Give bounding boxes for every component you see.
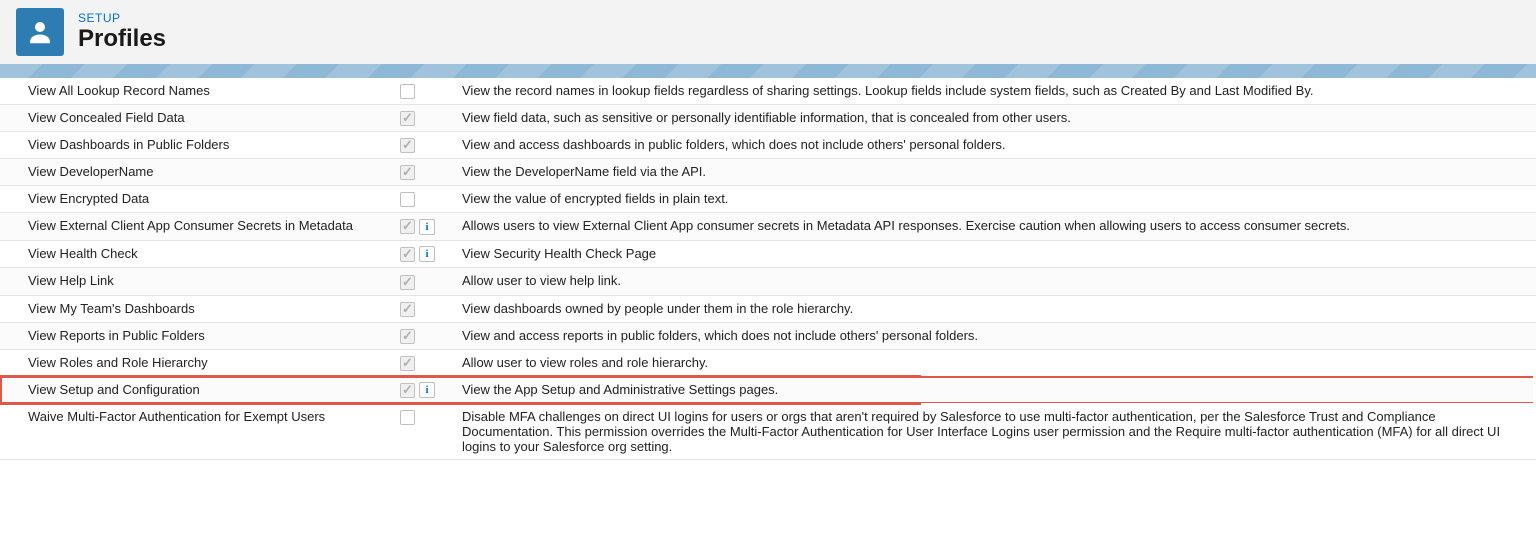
permission-checkbox-cell: [400, 186, 462, 213]
permission-checkbox[interactable]: [400, 247, 415, 262]
permission-checkbox-cell: i: [400, 240, 462, 268]
permission-name: View Roles and Role Hierarchy: [0, 349, 400, 376]
permissions-table: View All Lookup Record Names View the rec…: [0, 78, 1536, 460]
table-row: View Help Link Allow user to view help li…: [0, 268, 1536, 295]
permission-name: View Help Link: [0, 268, 400, 295]
permission-checkbox-cell: i: [400, 213, 462, 241]
permission-checkbox[interactable]: [400, 219, 415, 234]
table-row: View Health Check i View Security Health C…: [0, 240, 1536, 268]
info-icon[interactable]: i: [419, 219, 435, 235]
permission-checkbox-cell: [400, 349, 462, 376]
page-header: SETUP Profiles: [0, 0, 1536, 64]
permission-checkbox-cell: [400, 132, 462, 159]
permission-checkbox[interactable]: [400, 410, 415, 425]
permission-name: View My Team's Dashboards: [0, 295, 400, 322]
table-row: View Encrypted Data View the value of enc…: [0, 186, 1536, 213]
permission-name: View DeveloperName: [0, 159, 400, 186]
permission-checkbox-cell: [400, 78, 462, 105]
permission-name: View Reports in Public Folders: [0, 322, 400, 349]
permission-checkbox[interactable]: [400, 356, 415, 371]
permission-checkbox-cell: [400, 295, 462, 322]
permission-checkbox[interactable]: [400, 275, 415, 290]
permission-description: Allow user to view roles and role hierar…: [462, 349, 1536, 376]
header-text: SETUP Profiles: [78, 11, 166, 53]
profiles-icon: [16, 8, 64, 56]
permission-description: Allow user to view help link.: [462, 268, 1536, 295]
permission-checkbox-cell: [400, 268, 462, 295]
table-row: View External Client App Consumer Secret…: [0, 213, 1536, 241]
info-icon[interactable]: i: [419, 246, 435, 262]
permission-name: View Encrypted Data: [0, 186, 400, 213]
permission-description: View the record names in lookup fields r…: [462, 78, 1536, 105]
permission-description: View the value of encrypted fields in pl…: [462, 186, 1536, 213]
permission-checkbox[interactable]: [400, 138, 415, 153]
table-row: View Roles and Role Hierarchy Allow user …: [0, 349, 1536, 376]
permission-name: View Setup and Configuration: [0, 376, 400, 404]
table-row: View Reports in Public Folders View and a…: [0, 322, 1536, 349]
permission-checkbox[interactable]: [400, 302, 415, 317]
table-row: View Concealed Field Data View field data…: [0, 105, 1536, 132]
highlight-mask: [921, 373, 1536, 406]
permission-description: View dashboards owned by people under th…: [462, 295, 1536, 322]
permission-checkbox[interactable]: [400, 383, 415, 398]
permission-checkbox-cell: [400, 322, 462, 349]
permission-name: View External Client App Consumer Secret…: [0, 213, 400, 241]
permission-checkbox-cell: i: [400, 376, 462, 404]
table-row: View Dashboards in Public Folders View an…: [0, 132, 1536, 159]
permission-checkbox[interactable]: [400, 84, 415, 99]
permission-checkbox-cell: [400, 105, 462, 132]
permission-checkbox[interactable]: [400, 329, 415, 344]
permission-name: View Dashboards in Public Folders: [0, 132, 400, 159]
table-row: View Setup and ConfigurationiView the Ap…: [0, 376, 1536, 404]
table-row: View All Lookup Record Names View the rec…: [0, 78, 1536, 105]
permission-checkbox-cell: [400, 404, 462, 460]
table-row: View My Team's Dashboards View dashboards…: [0, 295, 1536, 322]
table-row: Waive Multi-Factor Authentication for Ex…: [0, 404, 1536, 460]
permission-name: View Health Check: [0, 240, 400, 268]
permission-description: View field data, such as sensitive or pe…: [462, 105, 1536, 132]
permission-name: Waive Multi-Factor Authentication for Ex…: [0, 404, 400, 460]
table-row: View DeveloperName View the DeveloperName…: [0, 159, 1536, 186]
permission-name: View Concealed Field Data: [0, 105, 400, 132]
permission-description: View the DeveloperName field via the API…: [462, 159, 1536, 186]
permission-checkbox[interactable]: [400, 165, 415, 180]
permission-checkbox[interactable]: [400, 192, 415, 207]
permission-checkbox[interactable]: [400, 111, 415, 126]
permission-description: View and access dashboards in public fol…: [462, 132, 1536, 159]
info-icon[interactable]: i: [419, 382, 435, 398]
permission-description: Allows users to view External Client App…: [462, 213, 1536, 241]
permission-name: View All Lookup Record Names: [0, 78, 400, 105]
header-banner: [0, 64, 1536, 78]
page-title: Profiles: [78, 25, 166, 53]
permission-checkbox-cell: [400, 159, 462, 186]
permission-description: View Security Health Check Page: [462, 240, 1536, 268]
breadcrumb: SETUP: [78, 11, 166, 25]
permission-description: Disable MFA challenges on direct UI logi…: [462, 404, 1536, 460]
permission-description: View and access reports in public folder…: [462, 322, 1536, 349]
